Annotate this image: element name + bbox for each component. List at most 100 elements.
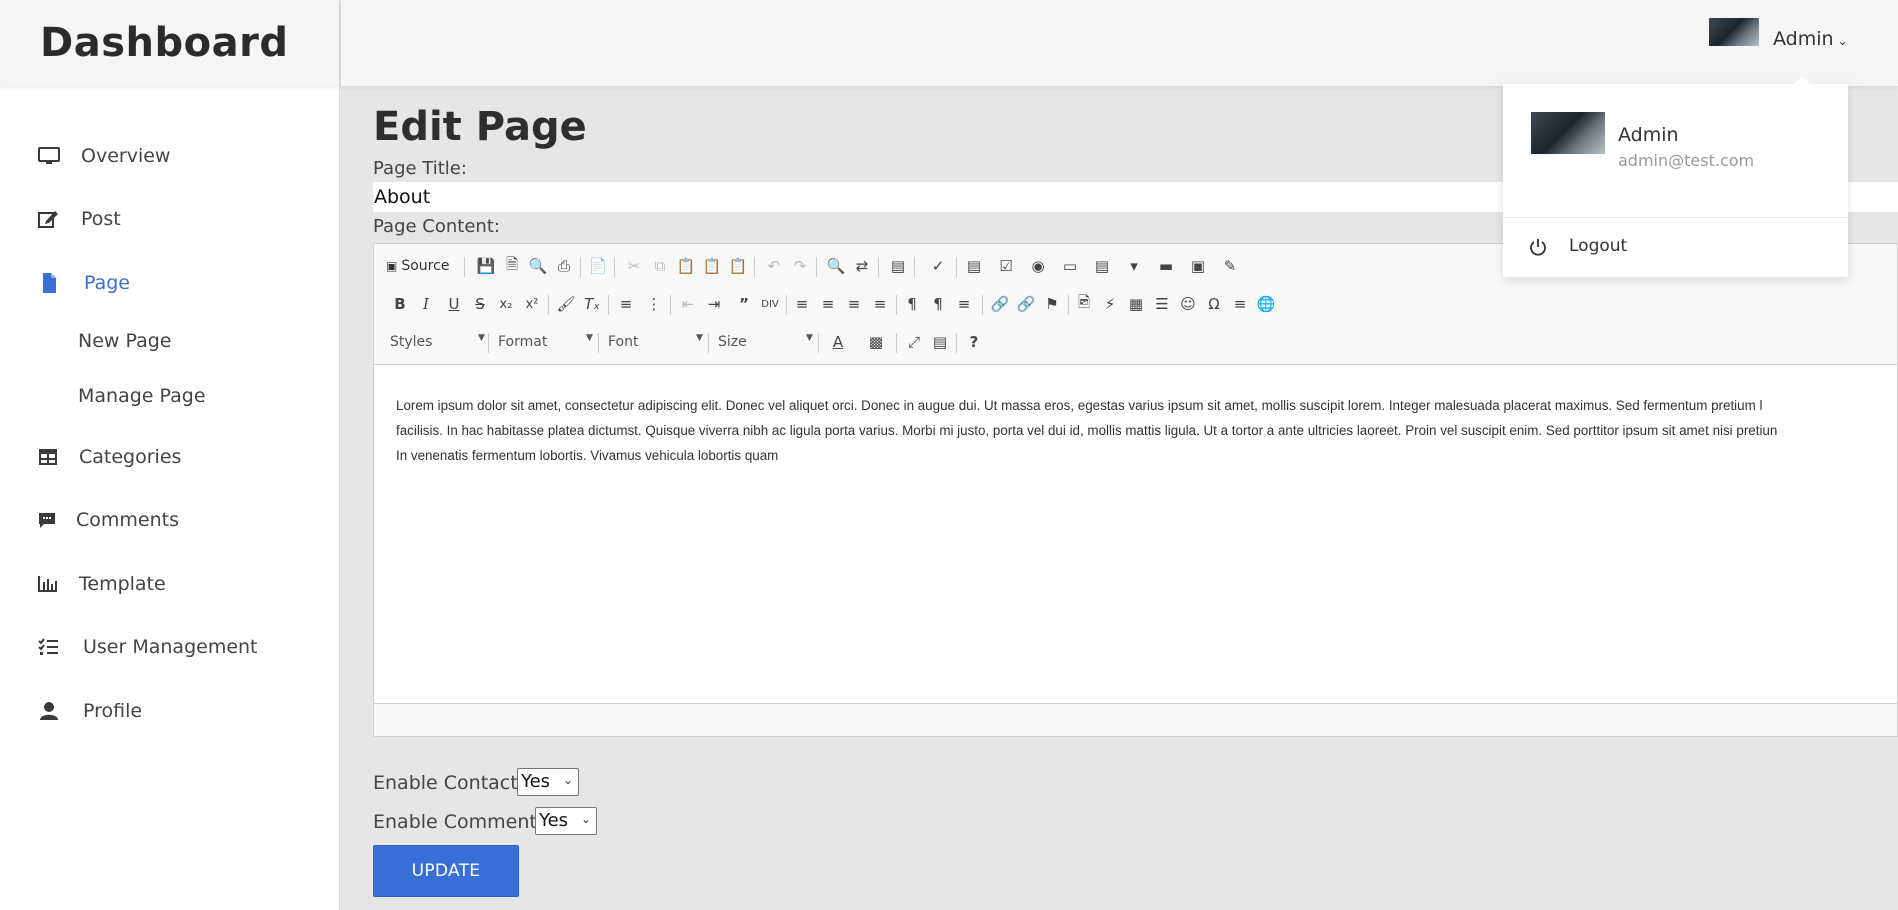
enable-comment-select[interactable]: Yes ⌄	[535, 807, 597, 835]
sidebar-item-page[interactable]: Page	[0, 261, 340, 305]
sidebar-subitem-label: Manage Page	[78, 385, 206, 407]
font-combo[interactable]: Font ▼	[602, 328, 706, 356]
logout-label: Logout	[1569, 236, 1628, 256]
align-left-icon[interactable]: ≡	[788, 290, 816, 318]
copy-format-icon[interactable]: 🖌	[552, 290, 580, 318]
sidebar-item-comments[interactable]: Comments	[0, 498, 340, 542]
image-icon[interactable]: 🖻	[1070, 290, 1098, 318]
paste-word-icon[interactable]: 📋	[724, 252, 752, 280]
power-icon	[1530, 239, 1546, 256]
replace-icon[interactable]: ⇄	[848, 252, 876, 280]
div-container-icon[interactable]: DIV	[756, 290, 784, 318]
sidebar-item-label: Page	[84, 272, 130, 294]
size-combo[interactable]: Size ▼	[712, 328, 816, 356]
undo-icon[interactable]: ↶	[760, 252, 788, 280]
sidebar-subitem-new-page[interactable]: New Page	[0, 324, 340, 360]
subscript-icon[interactable]: x₂	[492, 290, 520, 318]
copy-icon[interactable]: ⧉	[646, 252, 674, 280]
toolbar-separator	[548, 295, 549, 315]
source-button[interactable]: ▣ Source	[386, 252, 449, 280]
sidebar-item-post[interactable]: Post	[0, 197, 340, 241]
align-right-icon[interactable]: ≡	[840, 290, 868, 318]
spellcheck-icon[interactable]: ✓	[924, 252, 952, 280]
italic-icon[interactable]: I	[412, 290, 440, 318]
remove-format-icon[interactable]: Tₓ	[578, 290, 606, 318]
unlink-icon[interactable]: 🔗	[1012, 290, 1040, 318]
text-field-icon[interactable]: ▭	[1056, 252, 1084, 280]
toolbar-separator	[896, 295, 897, 315]
sidebar-item-profile[interactable]: Profile	[0, 689, 340, 733]
select-field-icon[interactable]: ▾	[1120, 252, 1148, 280]
justify-icon[interactable]: ≡	[866, 290, 894, 318]
sidebar-item-label: Template	[79, 573, 166, 595]
chevron-down-icon: ▼	[696, 333, 703, 343]
radio-icon[interactable]: ◉	[1024, 252, 1052, 280]
text-color-icon[interactable]: A	[824, 328, 852, 356]
underline-icon[interactable]: U	[440, 290, 468, 318]
select-all-icon[interactable]: ▤	[884, 252, 912, 280]
table-insert-icon[interactable]: ▦	[1122, 290, 1150, 318]
image-button-icon[interactable]: ▣	[1184, 252, 1212, 280]
form-icon[interactable]: ▤	[960, 252, 988, 280]
format-combo[interactable]: Format ▼	[492, 328, 596, 356]
chevron-down-icon: ⌄	[562, 773, 573, 787]
iframe-icon[interactable]: 🌐	[1252, 290, 1280, 318]
blockquote-icon[interactable]: ”	[730, 290, 758, 318]
user-menu-toggle[interactable]: Admin ⌄	[1773, 28, 1848, 50]
paste-text-icon[interactable]: 📋	[698, 252, 726, 280]
anchor-icon[interactable]: ⚑	[1038, 290, 1066, 318]
sidebar-item-template[interactable]: Template	[0, 562, 340, 606]
outdent-icon[interactable]: ⇤	[674, 290, 702, 318]
redo-icon[interactable]: ↷	[786, 252, 814, 280]
link-icon[interactable]: 🔗	[986, 290, 1014, 318]
sidebar-item-categories[interactable]: Categories	[0, 435, 340, 479]
button-icon[interactable]: ▬	[1152, 252, 1180, 280]
sidebar-item-label: Profile	[83, 700, 143, 722]
language-icon[interactable]: ≡	[950, 290, 978, 318]
toolbar-separator	[818, 333, 819, 353]
sidebar-item-overview[interactable]: Overview	[0, 134, 340, 178]
align-center-icon[interactable]: ≡	[814, 290, 842, 318]
avatar[interactable]	[1709, 18, 1759, 46]
dropdown-caret	[1793, 76, 1811, 85]
background-color-icon[interactable]: ▩	[862, 328, 890, 356]
checkbox-icon[interactable]: ☑	[992, 252, 1020, 280]
flash-icon[interactable]: ⚡	[1096, 290, 1124, 318]
print-icon[interactable]: ⎙	[550, 252, 578, 280]
smiley-icon[interactable]: ☺	[1174, 290, 1202, 318]
help-icon[interactable]: ?	[960, 328, 988, 356]
cut-icon[interactable]: ✂	[620, 252, 648, 280]
update-button[interactable]: UPDATE	[373, 845, 519, 897]
ltr-icon[interactable]: ¶	[898, 290, 926, 318]
paste-icon[interactable]: 📋	[672, 252, 700, 280]
save-icon[interactable]: 💾	[472, 252, 500, 280]
find-icon[interactable]: 🔍	[822, 252, 850, 280]
styles-combo[interactable]: Styles ▼	[384, 328, 488, 356]
indent-icon[interactable]: ⇥	[700, 290, 728, 318]
sidebar-item-user-management[interactable]: User Management	[0, 625, 340, 669]
enable-contact-select[interactable]: Yes ⌄	[517, 768, 579, 796]
new-page-icon[interactable]: 🗎	[498, 252, 526, 280]
file-icon	[43, 273, 56, 293]
special-char-icon[interactable]: Ω	[1200, 290, 1228, 318]
page-break-icon[interactable]: ≡	[1226, 290, 1254, 318]
bold-icon[interactable]: B	[386, 290, 414, 318]
show-blocks-icon[interactable]: ▤	[926, 328, 954, 356]
bulleted-list-icon[interactable]: ⋮	[640, 290, 668, 318]
editor-content-area[interactable]: Lorem ipsum dolor sit amet, consectetur …	[374, 364, 1897, 704]
brand-title: Dashboard	[40, 20, 289, 66]
maximize-icon[interactable]: ⤢	[900, 328, 928, 356]
preview-icon[interactable]: 🔍	[524, 252, 552, 280]
sidebar-subitem-label: New Page	[78, 330, 172, 352]
logout-button[interactable]: Logout	[1503, 218, 1848, 277]
horizontal-line-icon[interactable]: ☰	[1148, 290, 1176, 318]
strikethrough-icon[interactable]: S	[466, 290, 494, 318]
hidden-field-icon[interactable]: ✎	[1216, 252, 1244, 280]
numbered-list-icon[interactable]: ≡	[612, 290, 640, 318]
textarea-icon[interactable]: ▤	[1088, 252, 1116, 280]
rtl-icon[interactable]: ¶	[924, 290, 952, 318]
toolbar-separator	[956, 257, 957, 277]
superscript-icon[interactable]: x²	[518, 290, 546, 318]
templates-icon[interactable]: 📄	[584, 252, 612, 280]
sidebar-subitem-manage-page[interactable]: Manage Page	[0, 379, 340, 415]
